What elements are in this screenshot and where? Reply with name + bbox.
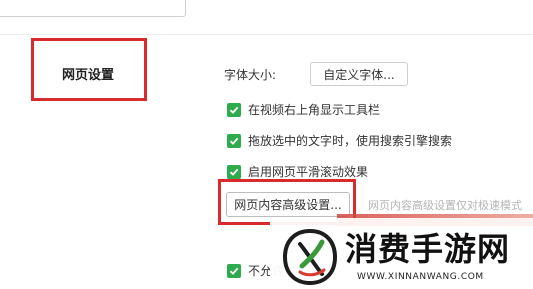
advanced-hint-text: 网页内容高级设置仅对极速模式 [368, 199, 522, 212]
header-divider [0, 34, 533, 35]
option-drag-search[interactable]: 拖放选中的文字时，使用搜索引擎搜索 [227, 132, 452, 149]
font-size-label: 字体大小: [224, 68, 277, 82]
checkbox-checked-icon[interactable] [227, 164, 241, 179]
checkbox-checked-icon[interactable] [227, 102, 241, 117]
option-label: 启用网页平滑滚动效果 [248, 165, 369, 179]
option-toolbar-video[interactable]: 在视频右上角显示工具栏 [227, 101, 380, 118]
option-label: 在视频右上角显示工具栏 [248, 103, 381, 117]
watermark-url: WWW.XINNANWANG.COM [357, 272, 484, 282]
checkbox-checked-icon[interactable] [227, 133, 241, 148]
custom-font-button[interactable]: 自定义字体... [310, 62, 408, 86]
option-smooth-scroll[interactable]: 启用网页平滑滚动效果 [227, 163, 368, 180]
watermark-logo-icon [282, 228, 338, 286]
option-label: 拖放选中的文字时，使用搜索引擎搜索 [248, 134, 453, 148]
search-input[interactable] [0, 0, 186, 17]
watermark-title: 消费手游网 [345, 230, 511, 268]
highlight-box-section [31, 38, 147, 101]
checkbox-checked-icon[interactable] [227, 263, 241, 278]
